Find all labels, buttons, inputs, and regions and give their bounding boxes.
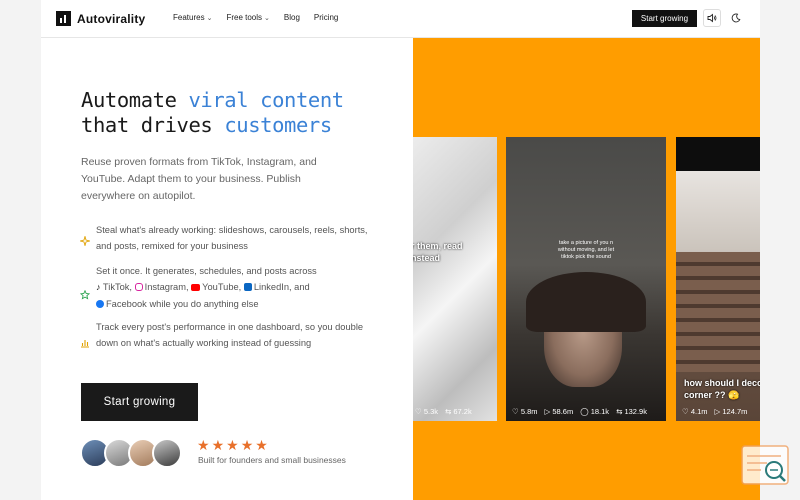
video-card-stats: ♡ 5.3k ⇆ 67.2k bbox=[415, 407, 472, 416]
hero-start-growing-button[interactable]: Start growing bbox=[81, 383, 198, 421]
stat-value: 5.8m bbox=[520, 407, 538, 416]
feature-autopost-end: while you do anything else bbox=[149, 298, 259, 309]
video-card-stats: ♡ 5.8m ▷ 58.6m ◯ 18.1k ⇆ 132.9k bbox=[512, 407, 647, 416]
bar-chart-icon bbox=[80, 335, 90, 352]
sparkle-icon bbox=[80, 227, 90, 255]
feature-autopost-intro: Set it once. It generates, schedules, an… bbox=[96, 266, 317, 276]
hero-title-part2: that drives bbox=[81, 113, 225, 137]
feature-item-track: Track every post's performance in one da… bbox=[80, 319, 370, 352]
star-icon: ★ bbox=[226, 437, 239, 453]
like-stat: ♡ 5.8m bbox=[512, 407, 538, 416]
brand-name: Autovirality bbox=[77, 11, 146, 26]
video-card-stats: ♡ 4.1m ▷ 124.7m bbox=[682, 407, 747, 416]
youtube-icon bbox=[191, 284, 201, 292]
linkedin-icon bbox=[243, 283, 252, 292]
view-stat: ▷ 124.7m bbox=[714, 407, 748, 416]
stat-value: 5.3k bbox=[423, 407, 438, 416]
share-stat: ♡ 5.3k bbox=[415, 407, 438, 416]
feature-item-steal: Steal what's already working: slideshows… bbox=[80, 222, 370, 255]
hero-subtitle: Reuse proven formats from TikTok, Instag… bbox=[81, 156, 317, 202]
top-nav-bar: Autovirality Features ⌄ Free tools ⌄ Blo… bbox=[41, 0, 760, 38]
star-icon: ★ bbox=[255, 437, 268, 453]
video-card-caption: how should I deco corner ?? 🫣 bbox=[684, 378, 760, 400]
hero-title: Automate viral content that drives custo… bbox=[81, 88, 401, 138]
nav-blog[interactable]: Blog bbox=[284, 13, 300, 22]
video-card-stairs bbox=[676, 252, 760, 372]
speaker-icon bbox=[707, 13, 717, 23]
instagram-icon bbox=[134, 283, 143, 292]
video-card-overlay-text: take a picture of you n without moving, … bbox=[557, 240, 615, 260]
chevron-down-icon: ⌄ bbox=[206, 14, 213, 22]
search-document-icon bbox=[741, 445, 789, 485]
header-start-growing-button[interactable]: Start growing bbox=[632, 10, 697, 27]
moon-icon bbox=[731, 13, 741, 23]
floating-widget[interactable] bbox=[741, 444, 791, 488]
hero-title-highlight1: viral content bbox=[188, 88, 344, 112]
star-icon: ★ bbox=[240, 437, 254, 453]
view-stat: ▷ 58.6m bbox=[544, 407, 574, 416]
share-stat: ⇆ 132.9k bbox=[616, 407, 647, 416]
comment-stat: ◯ 18.1k bbox=[580, 407, 610, 416]
nav-pricing-label: Pricing bbox=[313, 13, 339, 22]
feature-text-track: Track every post's performance in one da… bbox=[96, 322, 364, 349]
avatar-group bbox=[80, 438, 182, 468]
nav-free-tools[interactable]: Free tools ⌄ bbox=[226, 13, 269, 22]
tiktok-icon: ♪ bbox=[96, 282, 101, 293]
showcase-panel: r them, read nstead ♡ 5.3k ⇆ 67.2k take … bbox=[413, 38, 760, 500]
stat-value: 58.6m bbox=[552, 407, 574, 416]
nav-pricing[interactable]: Pricing bbox=[314, 13, 338, 22]
hero-title-part1: Automate bbox=[81, 88, 189, 112]
avatar bbox=[152, 438, 182, 468]
rating-stars: ★ ★ ★ ★ ★ bbox=[197, 437, 268, 454]
stat-value: 18.1k bbox=[590, 407, 610, 416]
feature-text-autopost: Set it once. It generates, schedules, an… bbox=[96, 263, 317, 312]
nav-features[interactable]: Features ⌄ bbox=[173, 13, 212, 22]
video-card-1[interactable]: r them, read nstead ♡ 5.3k ⇆ 67.2k bbox=[413, 137, 497, 421]
like-stat: ♡ 4.1m bbox=[682, 407, 708, 416]
video-card-3[interactable]: how should I deco corner ?? 🫣 ♡ 4.1m ▷ 1… bbox=[676, 137, 760, 421]
facebook-icon bbox=[96, 299, 104, 308]
hero-title-highlight2: customers bbox=[224, 113, 332, 137]
stat-value: 4.1m bbox=[690, 407, 708, 416]
platform-linkedin: LinkedIn, and bbox=[253, 282, 310, 293]
video-card-caption: r them, read nstead bbox=[413, 241, 463, 263]
rating-text: Built for founders and small businesses bbox=[198, 455, 346, 465]
logo-mark-icon bbox=[56, 11, 71, 26]
platform-instagram: Instagram, bbox=[144, 282, 189, 293]
stat-value: 124.7m bbox=[722, 407, 748, 416]
platform-youtube: YouTube, bbox=[202, 282, 242, 293]
nav-free-tools-label: Free tools bbox=[226, 13, 263, 22]
stat-value: 132.9k bbox=[624, 407, 647, 416]
star-icon: ★ bbox=[197, 437, 210, 453]
star-outline-icon bbox=[80, 279, 90, 312]
main-nav: Features ⌄ Free tools ⌄ Blog Pricing bbox=[173, 13, 338, 22]
video-card-2[interactable]: take a picture of you n without moving, … bbox=[506, 137, 666, 421]
chevron-down-icon: ⌄ bbox=[264, 14, 270, 22]
brand-logo[interactable]: Autovirality bbox=[56, 11, 145, 26]
repost-stat: ⇆ 67.2k bbox=[445, 407, 472, 416]
platform-tiktok: TikTok, bbox=[102, 282, 133, 293]
feature-text-steal: Steal what's already working: slideshows… bbox=[96, 225, 368, 252]
platform-facebook: Facebook bbox=[106, 298, 147, 309]
feature-item-autopost: Set it once. It generates, schedules, an… bbox=[80, 263, 370, 312]
star-icon: ★ bbox=[211, 437, 225, 453]
nav-blog-label: Blog bbox=[283, 13, 300, 22]
stat-value: 67.2k bbox=[453, 407, 472, 416]
theme-toggle-button[interactable] bbox=[727, 9, 745, 27]
sound-toggle-button[interactable] bbox=[703, 9, 721, 27]
video-card-hair bbox=[526, 272, 646, 332]
nav-features-label: Features bbox=[173, 13, 205, 22]
